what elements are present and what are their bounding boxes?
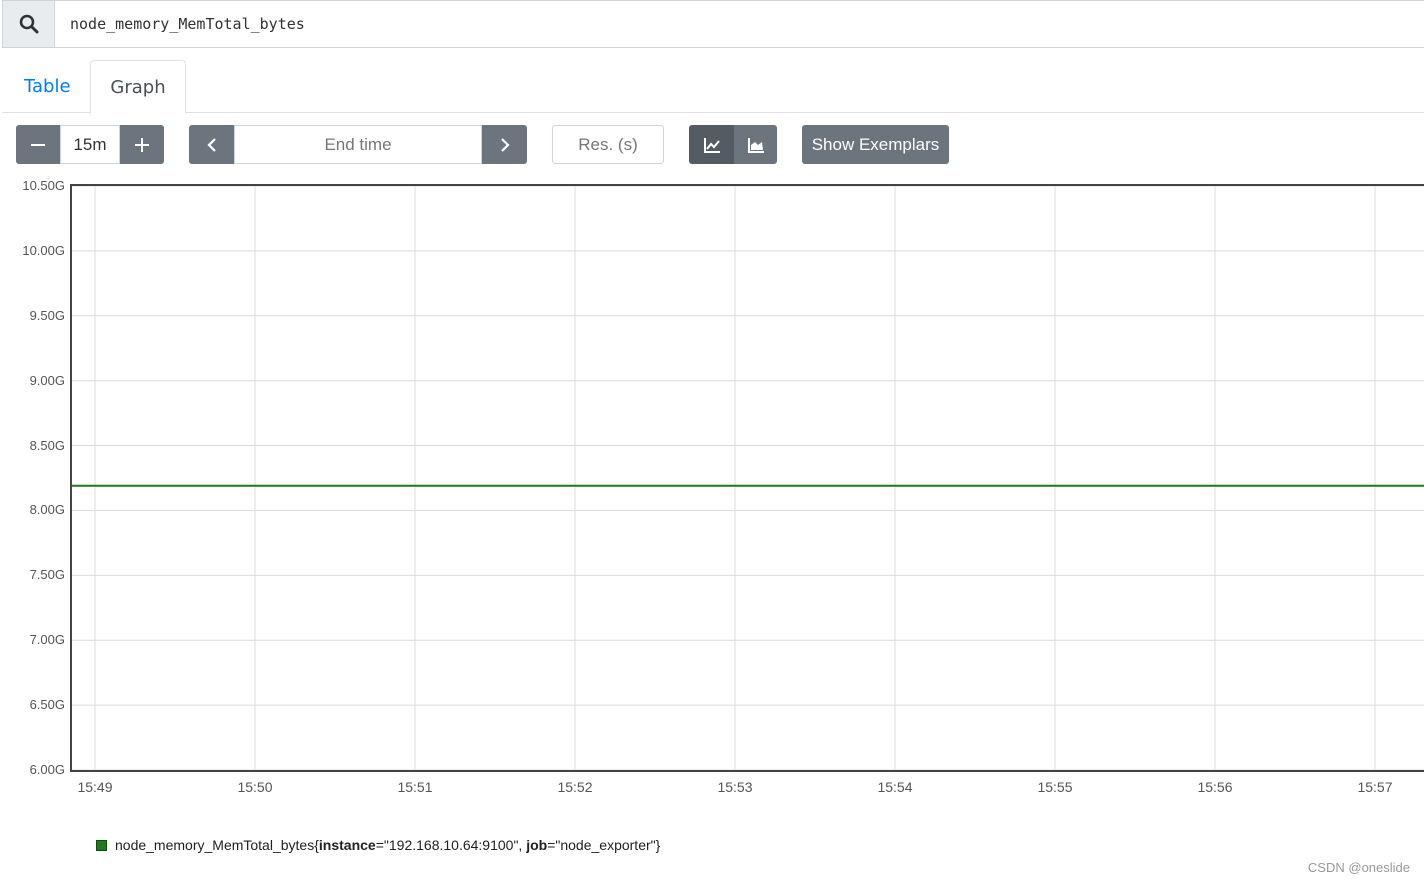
minus-icon (31, 143, 45, 146)
show-exemplars-button[interactable]: Show Exemplars (802, 125, 949, 164)
decrease-range-button[interactable] (16, 125, 60, 164)
line-chart-icon (703, 137, 720, 153)
legend-label-value: "192.168.10.64:9100" (383, 837, 519, 853)
x-tick-label: 15:54 (877, 779, 913, 795)
y-tick-label: 10.50G (22, 178, 65, 193)
stacked-graph-button[interactable] (734, 125, 777, 164)
legend-label-value: "node_exporter" (555, 837, 656, 853)
x-tick-label: 15:57 (1357, 779, 1393, 795)
y-tick-label: 7.50G (29, 567, 65, 583)
search-button[interactable] (3, 1, 55, 47)
legend-label-key: instance (318, 837, 376, 853)
resolution-input[interactable]: Res. (s) (552, 125, 664, 164)
increase-range-button[interactable] (120, 125, 164, 164)
expression-input[interactable] (55, 1, 1424, 47)
x-tick-label: 15:50 (237, 779, 273, 795)
x-tick-label: 15:52 (557, 779, 593, 795)
y-tick-label: 10.00G (22, 242, 65, 258)
x-tick-label: 15:53 (717, 779, 753, 795)
chevron-right-icon (500, 137, 510, 152)
end-time-back-button[interactable] (189, 125, 234, 164)
x-tick-label: 15:51 (397, 779, 433, 795)
y-tick-label: 8.00G (29, 502, 65, 518)
y-tick-label: 7.00G (29, 632, 65, 648)
tab-bar: Table Graph (2, 60, 1424, 114)
x-tick-label: 15:56 (1197, 779, 1233, 795)
x-tick-label: 15:49 (77, 779, 113, 795)
unstacked-graph-button[interactable] (689, 125, 734, 164)
y-tick-label: 8.50G (29, 437, 65, 453)
chevron-left-icon (206, 137, 216, 152)
tab-table[interactable]: Table (4, 60, 91, 113)
plus-icon (135, 137, 149, 152)
watermark: CSDN @oneslide (1307, 860, 1410, 875)
graph-area (70, 184, 1424, 772)
search-icon (19, 14, 38, 34)
end-time-input[interactable]: End time (234, 125, 482, 164)
legend-swatch (96, 839, 107, 851)
query-bar (2, 0, 1424, 48)
legend-brace-close: } (655, 837, 661, 853)
legend[interactable]: node_memory_MemTotal_bytes { instance = … (96, 837, 660, 853)
legend-equals: = (547, 837, 556, 853)
y-tick-label: 9.00G (29, 372, 65, 388)
end-time-forward-button[interactable] (482, 125, 527, 164)
range-input[interactable]: 15m (60, 125, 120, 164)
tab-graph[interactable]: Graph (90, 60, 186, 114)
legend-equals: = (375, 837, 384, 853)
area-chart-icon (747, 137, 764, 153)
y-tick-label: 9.50G (29, 307, 65, 323)
x-tick-label: 15:55 (1037, 779, 1073, 795)
legend-metric: node_memory_MemTotal_bytes (115, 837, 315, 853)
y-tick-label: 6.00G (29, 762, 65, 777)
legend-label-key: job (526, 837, 548, 853)
y-tick-label: 6.50G (29, 697, 65, 713)
